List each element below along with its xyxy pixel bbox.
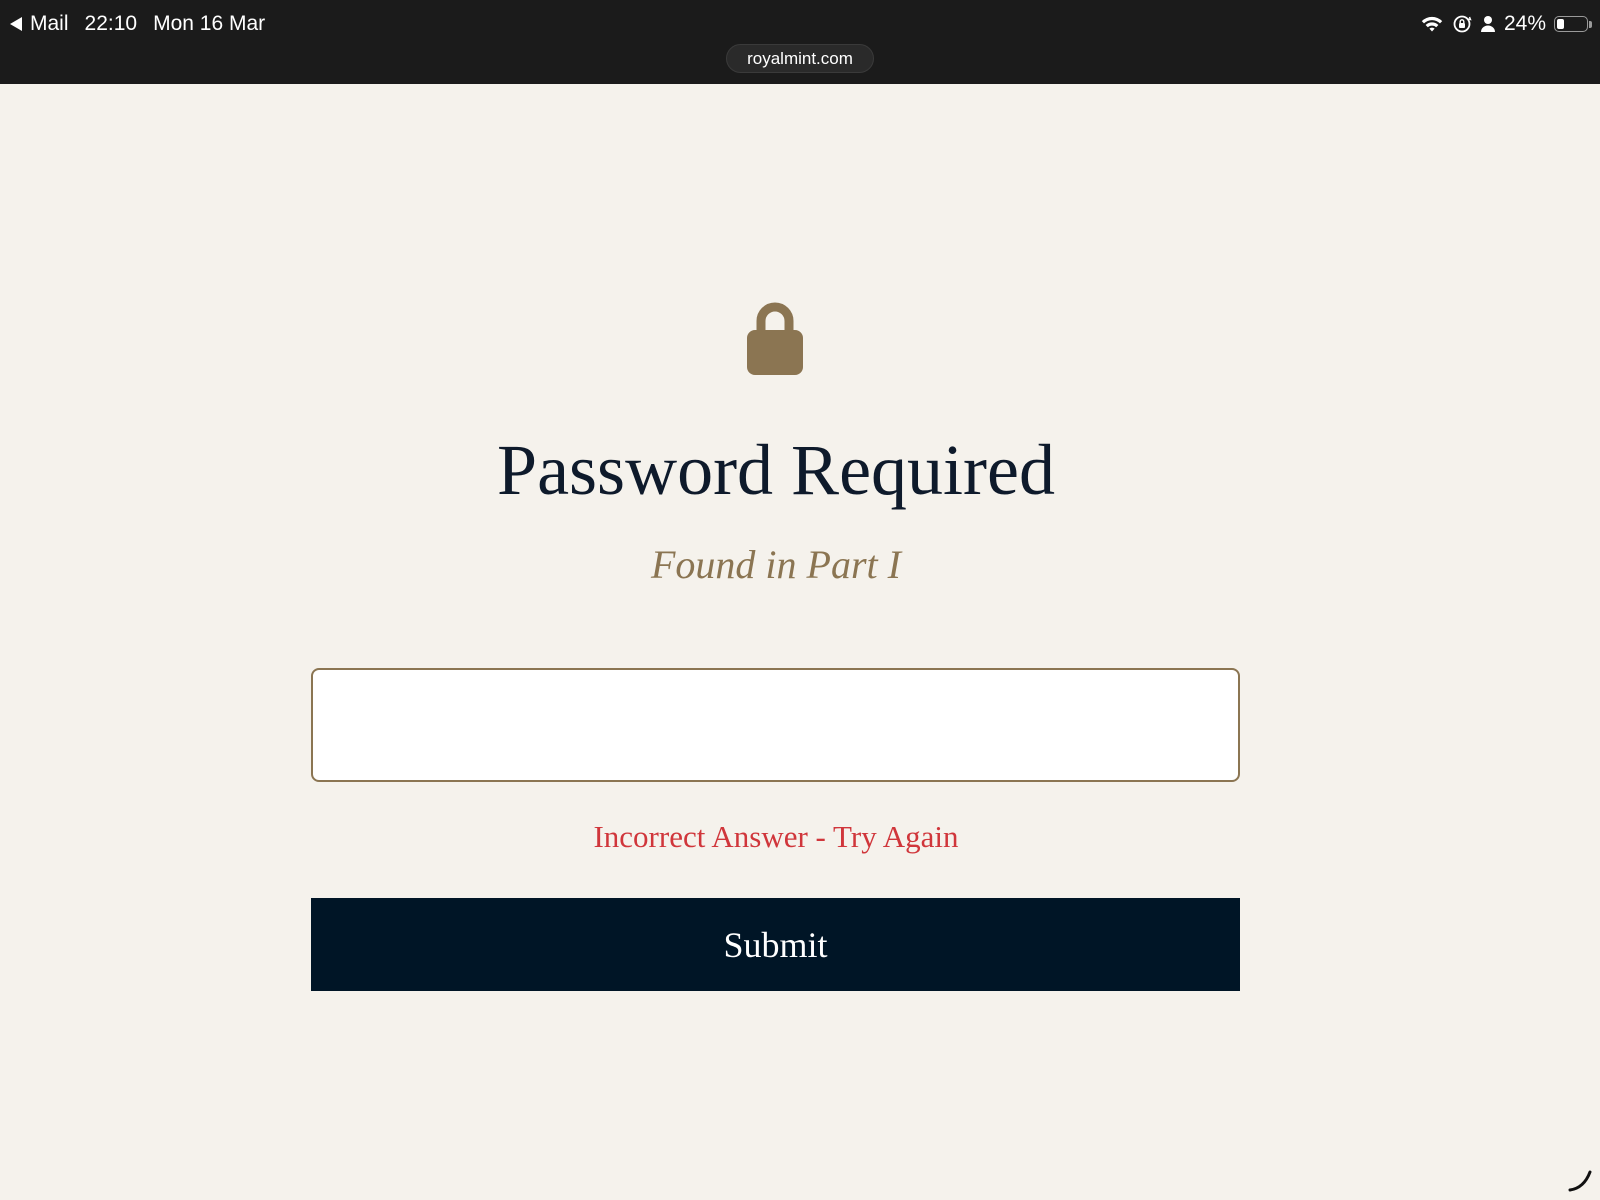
page-title: Password Required: [497, 430, 1055, 510]
wifi-icon: [1420, 14, 1444, 34]
battery-level-fill: [1557, 19, 1564, 29]
battery-percent: 24%: [1503, 12, 1546, 35]
back-to-mail-link[interactable]: Mail: [30, 12, 69, 36]
back-arrow-icon[interactable]: [10, 17, 22, 31]
password-input[interactable]: [311, 668, 1240, 782]
url-bar[interactable]: royalmint.com: [726, 44, 874, 73]
status-bar: Mail 22:10 Mon 16 Mar royalmint.com 24%: [0, 0, 1600, 84]
status-time: 22:10: [84, 12, 138, 35]
status-right: 24%: [1420, 10, 1592, 38]
orientation-lock-icon: [1452, 14, 1472, 34]
battery-icon: [1554, 16, 1592, 32]
page-content: [0, 84, 1600, 1200]
status-date: Mon 16 Mar: [153, 12, 266, 35]
url-text: royalmint.com: [747, 48, 853, 68]
lock-icon: [747, 302, 803, 375]
page-subtitle: Found in Part I: [651, 542, 901, 587]
person-icon: [1480, 15, 1496, 33]
resize-handle-icon[interactable]: [1566, 1166, 1594, 1194]
submit-button[interactable]: Submit: [311, 898, 1240, 991]
status-left: Mail 22:10 Mon 16 Mar: [10, 10, 265, 38]
error-message: Incorrect Answer - Try Again: [593, 819, 959, 854]
